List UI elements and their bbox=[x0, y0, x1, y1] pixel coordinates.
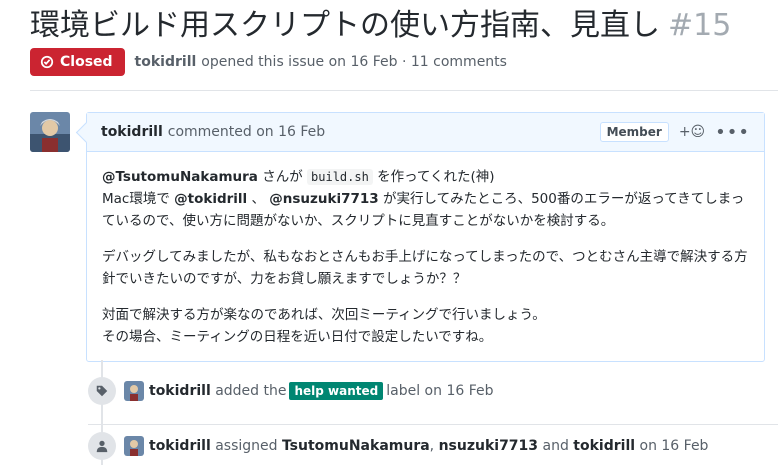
member-role-badge: Member bbox=[599, 122, 669, 142]
comment-author-avatar[interactable] bbox=[30, 112, 70, 152]
comment-paragraph-3: 対面で解決する方が楽なのであれば、次回ミーティングで行いましょう。 その場合、ミ… bbox=[102, 304, 750, 348]
issue-closed-icon bbox=[40, 55, 54, 69]
comment-text: さんが bbox=[257, 169, 308, 185]
comment-paragraph-2: デバッグしてみましたが、私もなおとさんもお手上げになってしまったので、つとむさん… bbox=[102, 249, 748, 287]
issue-number: #15 bbox=[668, 8, 732, 43]
event-text: assigned bbox=[215, 438, 278, 454]
timeline-event-labeled: tokidrill added the help wanted label on… bbox=[88, 377, 494, 405]
event-text: on 16 Feb bbox=[639, 438, 709, 454]
comment-body: @TsutomuNakamura さんが build.sh を作ってくれた(神)… bbox=[87, 152, 764, 348]
comment-timestamp[interactable]: commented on 16 Feb bbox=[168, 124, 325, 140]
mention-link[interactable]: @TsutomuNakamura bbox=[102, 169, 258, 185]
closed-state-badge: Closed bbox=[30, 48, 125, 76]
event-actor-link[interactable]: tokidrill bbox=[149, 383, 211, 399]
event-text: , bbox=[429, 438, 435, 454]
issue-author-link[interactable]: tokidrill bbox=[135, 54, 197, 70]
event-actor-link[interactable]: tokidrill bbox=[149, 438, 211, 454]
issue-meta: Closed tokidrill opened this issue on 16… bbox=[30, 48, 507, 76]
issue-title: 環境ビルド用スクリプトの使い方指南、見直し #15 bbox=[30, 6, 778, 46]
assignee-link[interactable]: nsuzuki7713 bbox=[439, 438, 538, 454]
comment-header-actions: Member +☺ ••• bbox=[599, 122, 750, 143]
assignee-link[interactable]: tokidrill bbox=[573, 438, 635, 454]
event-text: added the bbox=[215, 383, 287, 399]
comment-text: Mac環境で bbox=[102, 191, 175, 207]
tag-icon bbox=[88, 377, 116, 405]
event-text: label on 16 Feb bbox=[386, 383, 494, 399]
inline-code: build.sh bbox=[307, 169, 373, 185]
help-wanted-label[interactable]: help wanted bbox=[289, 382, 384, 400]
closed-state-label: Closed bbox=[60, 54, 113, 70]
mention-link[interactable]: @tokidrill bbox=[174, 191, 247, 207]
comment-text: を作ってくれた(神) bbox=[372, 169, 495, 185]
comment-paragraph-1: @TsutomuNakamura さんが build.sh を作ってくれた(神)… bbox=[102, 166, 750, 232]
assignee-link[interactable]: TsutomuNakamura bbox=[282, 438, 430, 454]
event-actor-avatar[interactable] bbox=[124, 436, 144, 456]
person-icon bbox=[88, 432, 116, 460]
timeline-event-assigned: tokidrill assigned TsutomuNakamura, nsuz… bbox=[88, 432, 708, 460]
comment-text: 、 bbox=[247, 191, 270, 207]
event-actor-avatar[interactable] bbox=[124, 381, 144, 401]
event-text: and bbox=[542, 438, 569, 454]
comment-menu-icon[interactable]: ••• bbox=[715, 122, 750, 143]
comment-text: 対面で解決する方が楽なのであれば、次回ミーティングで行いましょう。 bbox=[102, 307, 546, 323]
comment-header: tokidrill commented on 16 Feb Member +☺ … bbox=[87, 113, 764, 152]
header-divider bbox=[30, 90, 778, 91]
mention-link[interactable]: @nsuzuki7713 bbox=[269, 191, 378, 207]
add-reaction-icon[interactable]: +☺ bbox=[679, 124, 705, 140]
timeline-divider bbox=[88, 424, 778, 425]
comment-author-link[interactable]: tokidrill bbox=[101, 124, 163, 140]
issue-opened-text: opened this issue on 16 Feb · 11 comment… bbox=[201, 54, 507, 70]
issue-comment: tokidrill commented on 16 Feb Member +☺ … bbox=[86, 112, 765, 362]
issue-title-text: 環境ビルド用スクリプトの使い方指南、見直し bbox=[30, 8, 660, 43]
comment-text: その場合、ミーティングの日程を近い日付で設定したいですね。 bbox=[102, 329, 493, 345]
